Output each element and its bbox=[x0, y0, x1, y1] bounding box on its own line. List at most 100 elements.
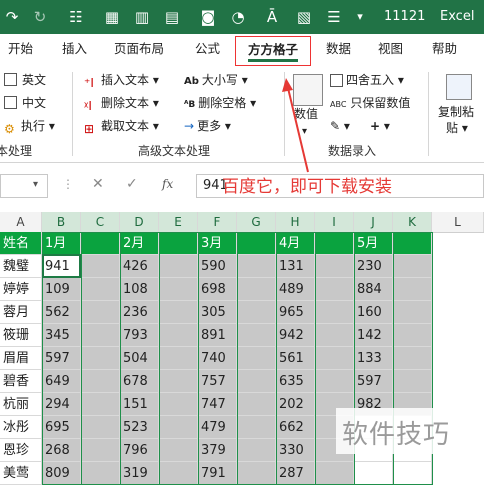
header-cell-empty[interactable] bbox=[315, 232, 354, 255]
empty-cell[interactable] bbox=[159, 301, 198, 324]
empty-cell[interactable] bbox=[315, 324, 354, 347]
empty-cell[interactable] bbox=[393, 370, 432, 393]
empty-cell[interactable] bbox=[393, 347, 432, 370]
empty-cell[interactable] bbox=[159, 370, 198, 393]
value-cell[interactable]: 597 bbox=[354, 370, 393, 393]
col-header-k[interactable]: K bbox=[393, 212, 432, 232]
value-cell[interactable]: 345 bbox=[42, 324, 81, 347]
empty-cell[interactable] bbox=[159, 393, 198, 416]
value-cell[interactable]: 108 bbox=[120, 278, 159, 301]
value-cell[interactable]: 330 bbox=[276, 439, 315, 462]
empty-cell[interactable] bbox=[315, 255, 354, 278]
empty-cell[interactable] bbox=[237, 393, 276, 416]
value-cell[interactable]: 305 bbox=[198, 301, 237, 324]
empty-cell[interactable] bbox=[81, 278, 120, 301]
value-cell[interactable]: 965 bbox=[276, 301, 315, 324]
col-header-a[interactable]: A bbox=[0, 212, 42, 232]
empty-cell[interactable] bbox=[159, 255, 198, 278]
value-cell[interactable]: 942 bbox=[276, 324, 315, 347]
name-cell[interactable]: 婷婷 bbox=[0, 278, 42, 301]
empty-cell[interactable] bbox=[81, 255, 120, 278]
value-cell[interactable]: 662 bbox=[276, 416, 315, 439]
empty-cell[interactable] bbox=[315, 347, 354, 370]
empty-cell[interactable] bbox=[237, 370, 276, 393]
name-cell[interactable]: 魏璧 bbox=[0, 255, 42, 278]
name-cell[interactable]: 恩珍 bbox=[0, 439, 42, 462]
empty-cell[interactable] bbox=[237, 255, 276, 278]
col-header-g[interactable]: G bbox=[237, 212, 276, 232]
value-cell[interactable]: 160 bbox=[354, 301, 393, 324]
name-cell[interactable]: 碧香 bbox=[0, 370, 42, 393]
value-cell[interactable]: 891 bbox=[198, 324, 237, 347]
name-cell[interactable]: 杭丽 bbox=[0, 393, 42, 416]
value-cell[interactable]: 590 bbox=[198, 255, 237, 278]
empty-cell[interactable] bbox=[393, 255, 432, 278]
empty-cell[interactable] bbox=[393, 301, 432, 324]
value-cell[interactable]: 109 bbox=[42, 278, 81, 301]
value-cell[interactable]: 504 bbox=[120, 347, 159, 370]
col-header-f[interactable]: F bbox=[198, 212, 237, 232]
name-cell[interactable]: 筱珊 bbox=[0, 324, 42, 347]
value-cell[interactable]: 230 bbox=[354, 255, 393, 278]
header-cell-feb[interactable]: 2月 bbox=[120, 232, 159, 255]
empty-cell[interactable] bbox=[159, 324, 198, 347]
value-cell[interactable]: 294 bbox=[42, 393, 81, 416]
value-cell[interactable]: 740 bbox=[198, 347, 237, 370]
value-cell[interactable]: 562 bbox=[42, 301, 81, 324]
empty-cell[interactable] bbox=[237, 462, 276, 485]
value-cell[interactable]: 489 bbox=[276, 278, 315, 301]
empty-cell[interactable] bbox=[159, 347, 198, 370]
empty-cell[interactable] bbox=[237, 416, 276, 439]
name-cell[interactable]: 蓉月 bbox=[0, 301, 42, 324]
empty-cell[interactable] bbox=[81, 301, 120, 324]
empty-cell[interactable] bbox=[393, 462, 432, 485]
header-cell-mar[interactable]: 3月 bbox=[198, 232, 237, 255]
empty-cell[interactable] bbox=[159, 278, 198, 301]
empty-cell[interactable] bbox=[315, 462, 354, 485]
empty-cell[interactable] bbox=[81, 416, 120, 439]
value-cell[interactable]: 791 bbox=[198, 462, 237, 485]
empty-cell[interactable] bbox=[237, 347, 276, 370]
empty-cell[interactable] bbox=[237, 278, 276, 301]
value-cell[interactable]: 635 bbox=[276, 370, 315, 393]
value-cell[interactable]: 268 bbox=[42, 439, 81, 462]
value-cell[interactable]: 479 bbox=[198, 416, 237, 439]
value-cell[interactable] bbox=[354, 462, 393, 485]
empty-cell[interactable] bbox=[237, 439, 276, 462]
empty-cell[interactable] bbox=[237, 324, 276, 347]
value-cell[interactable]: 319 bbox=[120, 462, 159, 485]
value-cell[interactable]: 757 bbox=[198, 370, 237, 393]
name-cell[interactable]: 眉眉 bbox=[0, 347, 42, 370]
empty-cell[interactable] bbox=[315, 370, 354, 393]
value-cell[interactable]: 379 bbox=[198, 439, 237, 462]
name-cell[interactable]: 美莺 bbox=[0, 462, 42, 485]
value-cell[interactable]: 809 bbox=[42, 462, 81, 485]
col-header-b[interactable]: B bbox=[42, 212, 81, 232]
empty-cell[interactable] bbox=[315, 301, 354, 324]
value-cell[interactable]: 287 bbox=[276, 462, 315, 485]
empty-cell[interactable] bbox=[237, 301, 276, 324]
empty-cell[interactable] bbox=[159, 439, 198, 462]
header-cell-empty[interactable] bbox=[81, 232, 120, 255]
value-cell[interactable]: 523 bbox=[120, 416, 159, 439]
value-cell[interactable]: 649 bbox=[42, 370, 81, 393]
value-cell[interactable]: 698 bbox=[198, 278, 237, 301]
empty-cell[interactable] bbox=[81, 462, 120, 485]
value-cell[interactable]: 747 bbox=[198, 393, 237, 416]
empty-cell[interactable] bbox=[81, 393, 120, 416]
value-cell[interactable]: 131 bbox=[276, 255, 315, 278]
col-header-l[interactable]: L bbox=[432, 212, 484, 232]
empty-cell[interactable] bbox=[81, 347, 120, 370]
name-cell[interactable]: 冰彤 bbox=[0, 416, 42, 439]
header-cell-empty[interactable] bbox=[237, 232, 276, 255]
value-cell[interactable]: 202 bbox=[276, 393, 315, 416]
value-cell[interactable]: 133 bbox=[354, 347, 393, 370]
col-header-d[interactable]: D bbox=[120, 212, 159, 232]
col-header-h[interactable]: H bbox=[276, 212, 315, 232]
header-cell-jan[interactable]: 1月 bbox=[42, 232, 81, 255]
empty-cell[interactable] bbox=[393, 324, 432, 347]
empty-cell[interactable] bbox=[159, 416, 198, 439]
header-cell-apr[interactable]: 4月 bbox=[276, 232, 315, 255]
value-cell[interactable]: 142 bbox=[354, 324, 393, 347]
value-cell[interactable]: 151 bbox=[120, 393, 159, 416]
